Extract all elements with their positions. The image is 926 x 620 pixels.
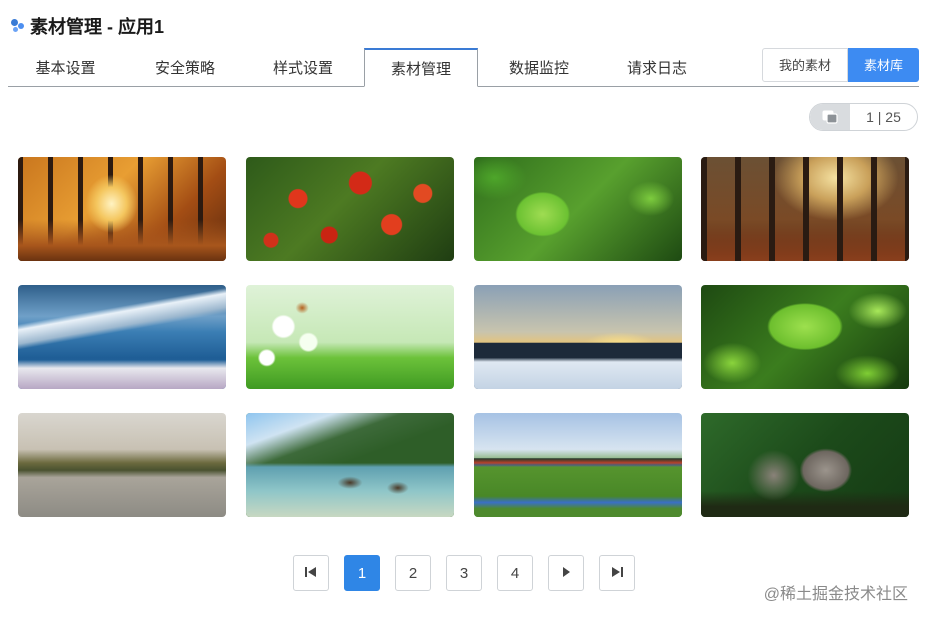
image-card-ducks-mountain-lake[interactable] — [246, 413, 454, 517]
watermark: @稀土掘金技术社区 — [763, 586, 908, 603]
image-card-red-maple-leaves[interactable] — [246, 157, 454, 261]
tab-request-log[interactable]: 请求日志 — [598, 48, 716, 86]
image — [246, 413, 454, 517]
image-card-dandelions-butterfly[interactable] — [246, 285, 454, 389]
first-page-icon — [304, 565, 318, 582]
image-card-snowy-mountain-lake[interactable] — [18, 285, 226, 389]
app-logo-icon — [10, 18, 26, 34]
next-page-button[interactable] — [548, 555, 584, 591]
image — [474, 157, 682, 261]
tab-data-monitoring[interactable]: 数据监控 — [480, 48, 598, 86]
image-card-winter-house-sunset[interactable] — [474, 285, 682, 389]
copy-icon — [810, 104, 850, 130]
image — [701, 413, 909, 517]
tab-style-settings[interactable]: 样式设置 — [244, 48, 362, 86]
material-library-button[interactable]: 素材库 — [848, 48, 919, 82]
tab-material-management[interactable]: 素材管理 — [364, 48, 478, 87]
image — [18, 413, 226, 517]
image-card-autumn-forest-path[interactable] — [18, 157, 226, 261]
image — [701, 285, 909, 389]
image — [474, 413, 682, 517]
image-card-misty-lake-reflection[interactable] — [18, 413, 226, 517]
image — [246, 157, 454, 261]
image — [474, 285, 682, 389]
page-header: 素材管理 - 应用1 — [10, 14, 164, 38]
image — [701, 157, 909, 261]
last-page-icon — [610, 565, 624, 582]
tab-security-policy[interactable]: 安全策略 — [126, 48, 244, 86]
image — [246, 285, 454, 389]
page-button-2[interactable]: 2 — [395, 555, 431, 591]
last-page-button[interactable] — [599, 555, 635, 591]
image-card-squirrel[interactable] — [701, 413, 909, 517]
image-card-forest-sunbeams[interactable] — [701, 157, 909, 261]
image-card-green-heart-leaf[interactable] — [474, 157, 682, 261]
page-title: 素材管理 - 应用1 — [30, 17, 165, 37]
image-card-windmills-green-field[interactable] — [474, 413, 682, 517]
image-card-water-drop-leaves[interactable] — [701, 285, 909, 389]
next-page-icon — [561, 565, 571, 582]
image — [18, 285, 226, 389]
page-indicator[interactable]: 1 | 25 — [809, 103, 918, 131]
first-page-button[interactable] — [293, 555, 329, 591]
my-materials-button[interactable]: 我的素材 — [762, 48, 848, 82]
page-count-text: 1 | 25 — [866, 109, 901, 125]
page-button-3[interactable]: 3 — [446, 555, 482, 591]
tab-basic-settings[interactable]: 基本设置 — [8, 48, 123, 86]
image — [18, 157, 226, 261]
material-source-toggle: 我的素材 素材库 — [762, 48, 919, 82]
page-button-1[interactable]: 1 — [344, 555, 380, 591]
page-button-4[interactable]: 4 — [497, 555, 533, 591]
